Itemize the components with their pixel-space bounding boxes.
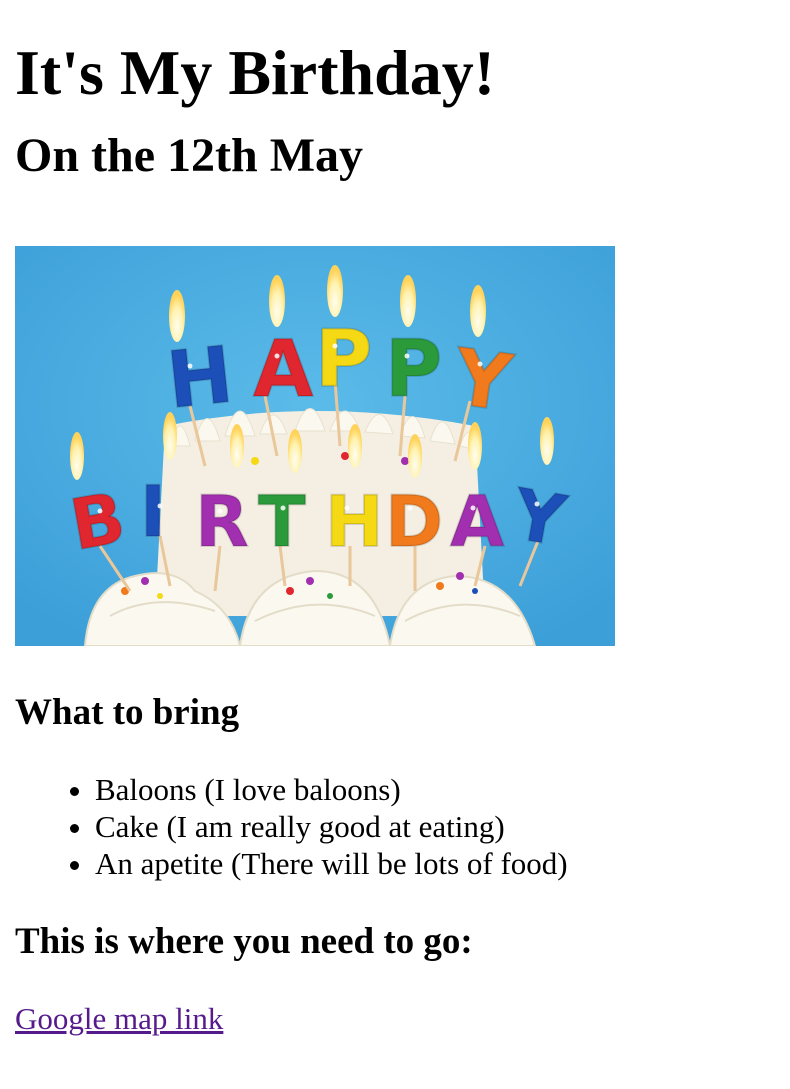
google-map-link[interactable]: Google map link: [15, 1000, 223, 1037]
candle-letter: T: [258, 481, 306, 563]
candle-letter: H: [163, 330, 237, 426]
bring-list: Baloons (I love baloons) Cake (I am real…: [15, 771, 568, 882]
list-item: An apetite (There will be lots of food): [95, 845, 568, 882]
list-item: Cake (I am really good at eating): [95, 808, 568, 845]
candle-letter: P: [385, 325, 442, 415]
candle-letter: A: [253, 325, 313, 415]
candle-letter: A: [450, 481, 504, 563]
page: It's My Birthday! On the 12th May: [0, 0, 790, 184]
candle-letter: R: [195, 481, 249, 563]
where-heading: This is where you need to go:: [15, 921, 473, 962]
page-title: It's My Birthday!: [15, 37, 495, 108]
birthday-cake-image: H A P P Y B I R T H D A Y: [15, 246, 615, 646]
bring-heading: What to bring: [15, 692, 240, 733]
list-item: Baloons (I love baloons): [95, 771, 568, 808]
candle-letter: P: [315, 315, 372, 405]
candle-letter: I: [140, 471, 166, 553]
candle-letter: D: [385, 481, 443, 563]
date-heading: On the 12th May: [15, 129, 363, 182]
candle-letter: H: [325, 481, 384, 563]
